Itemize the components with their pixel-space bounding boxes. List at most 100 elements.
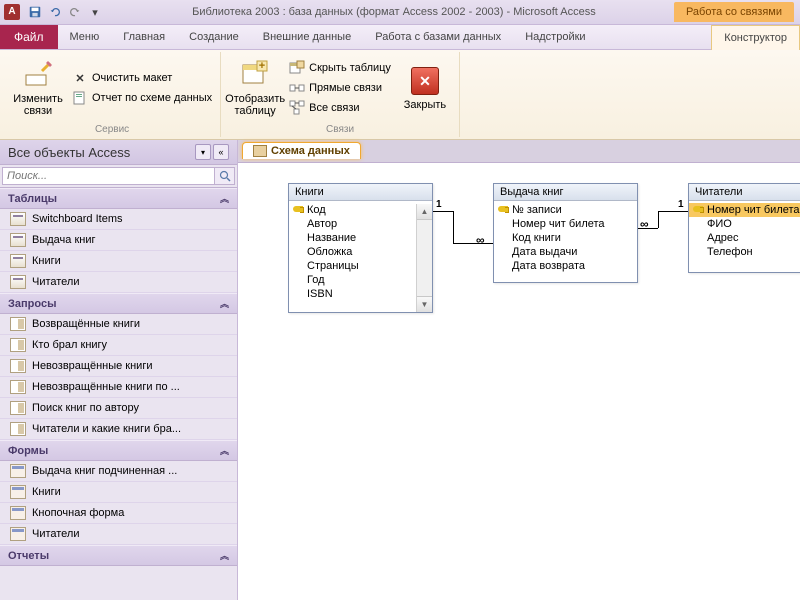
query-item[interactable]: Невозвращённые книги по ... [0,377,237,398]
query-icon [10,338,26,352]
table-field[interactable]: Дата выдачи [494,245,637,259]
close-button[interactable]: ✕ Закрыть [397,54,453,122]
nav-header[interactable]: Все объекты Access ▾ « [0,140,237,165]
nav-section-reports[interactable]: Отчеты︽ [0,545,237,566]
relationship-line[interactable] [433,211,453,212]
addins-tab[interactable]: Надстройки [513,25,597,49]
table-icon [10,254,26,268]
all-relationships-label: Все связи [309,102,359,114]
hide-table-icon [289,60,305,76]
database-tools-tab[interactable]: Работа с базами данных [363,25,513,49]
quick-access-toolbar: ▾ [26,3,104,21]
title-bar: A ▾ Библиотека 2003 : база данных (форма… [0,0,800,25]
nav-section-queries[interactable]: Запросы︽ [0,293,237,314]
edit-relationships-button[interactable]: Изменить связи [10,54,66,122]
table-field[interactable]: Обложка [289,245,432,259]
show-table-label: Отобразить таблицу [225,93,285,117]
context-tab-group: Работа со связями [674,2,794,22]
collapse-icon: ︽ [220,549,229,562]
nav-menu-dropdown-icon[interactable]: ▾ [195,144,211,160]
relationship-report-icon [72,90,88,106]
relationship-line[interactable] [658,211,688,212]
ribbon-group-service: Изменить связи ✕ Очистить макет Отчет по… [4,52,221,137]
menu-tab[interactable]: Меню [58,25,112,49]
direct-relationships-icon [289,80,305,96]
edit-relationships-label: Изменить связи [13,93,63,117]
table-box-readers[interactable]: Читатели Номер чит билета ФИО Адрес Теле… [688,183,800,273]
show-table-button[interactable]: + Отобразить таблицу [227,54,283,122]
ribbon-group-service-label: Сервис [10,122,214,135]
table-field[interactable]: Автор [289,217,432,231]
clear-layout-button[interactable]: ✕ Очистить макет [70,69,214,87]
query-icon [10,317,26,331]
search-icon[interactable] [215,167,235,185]
relationship-report-button[interactable]: Отчет по схеме данных [70,89,214,107]
file-tab[interactable]: Файл [0,25,58,49]
qat-dropdown-icon[interactable]: ▾ [86,3,104,21]
table-box-books[interactable]: Книги Код Автор Название Обложка Страниц… [288,183,433,313]
table-field[interactable]: Адрес [689,231,800,245]
create-tab[interactable]: Создание [177,25,251,49]
form-item[interactable]: Читатели [0,524,237,545]
query-item[interactable]: Возвращённые книги [0,314,237,335]
direct-relationships-button[interactable]: Прямые связи [287,79,393,97]
search-input[interactable] [2,167,215,185]
table-field[interactable]: Код книги [494,231,637,245]
query-item[interactable]: Невозвращённые книги [0,356,237,377]
scroll-up-icon[interactable]: ▲ [417,204,432,220]
query-item[interactable]: Поиск книг по автору [0,398,237,419]
table-field[interactable]: Название [289,231,432,245]
external-data-tab[interactable]: Внешние данные [251,25,363,49]
nav-section-tables[interactable]: Таблицы︽ [0,188,237,209]
relationship-line[interactable] [453,243,493,244]
table-field[interactable]: ФИО [689,217,800,231]
nav-header-title: Все объекты Access [8,145,130,160]
relationships-icon [253,145,267,157]
table-item[interactable]: Выдача книг [0,230,237,251]
table-field[interactable]: Дата возврата [494,259,637,273]
query-item[interactable]: Читатели и какие книги бра... [0,419,237,440]
form-item[interactable]: Выдача книг подчиненная ... [0,461,237,482]
table-box-loans[interactable]: Выдача книг № записи Номер чит билета Ко… [493,183,638,283]
table-field[interactable]: № записи [494,203,637,217]
table-field[interactable]: Номер чит билета [494,217,637,231]
all-relationships-button[interactable]: Все связи [287,99,393,117]
hide-table-button[interactable]: Скрыть таблицу [287,59,393,77]
table-field[interactable]: Год [289,273,432,287]
table-scrollbar[interactable]: ▲ ▼ [416,204,432,312]
undo-icon[interactable] [46,3,64,21]
table-field[interactable]: Телефон [689,245,800,259]
relationship-many-label: ∞ [640,217,649,231]
form-icon [10,485,26,499]
design-tab[interactable]: Конструктор [711,25,800,50]
table-item[interactable]: Switchboard Items [0,209,237,230]
table-item[interactable]: Книги [0,251,237,272]
relationship-one-label: 1 [678,199,684,210]
query-icon [10,401,26,415]
save-icon[interactable] [26,3,44,21]
redo-icon[interactable] [66,3,84,21]
nav-section-forms[interactable]: Формы︽ [0,440,237,461]
table-field[interactable]: ISBN [289,287,432,301]
hide-table-label: Скрыть таблицу [309,62,391,74]
home-tab[interactable]: Главная [111,25,177,49]
table-field[interactable]: Страницы [289,259,432,273]
document-tab[interactable]: Схема данных [242,142,361,159]
nav-collapse-icon[interactable]: « [213,144,229,160]
relationship-line[interactable] [453,211,454,243]
edit-relationships-icon [22,59,54,91]
relationship-line[interactable] [658,211,659,228]
table-field[interactable]: Код [289,203,432,217]
relationship-many-label: ∞ [476,233,485,247]
table-field[interactable]: Номер чит билета [689,203,800,217]
clear-layout-label: Очистить макет [92,72,172,84]
scroll-down-icon[interactable]: ▼ [417,296,432,312]
ribbon-tabs: Файл Меню Главная Создание Внешние данны… [0,25,800,50]
relationships-canvas[interactable]: Книги Код Автор Название Обложка Страниц… [238,162,800,600]
form-item[interactable]: Кнопочная форма [0,503,237,524]
table-item[interactable]: Читатели [0,272,237,293]
query-item[interactable]: Кто брал книгу [0,335,237,356]
form-icon [10,464,26,478]
query-icon [10,359,26,373]
form-item[interactable]: Книги [0,482,237,503]
